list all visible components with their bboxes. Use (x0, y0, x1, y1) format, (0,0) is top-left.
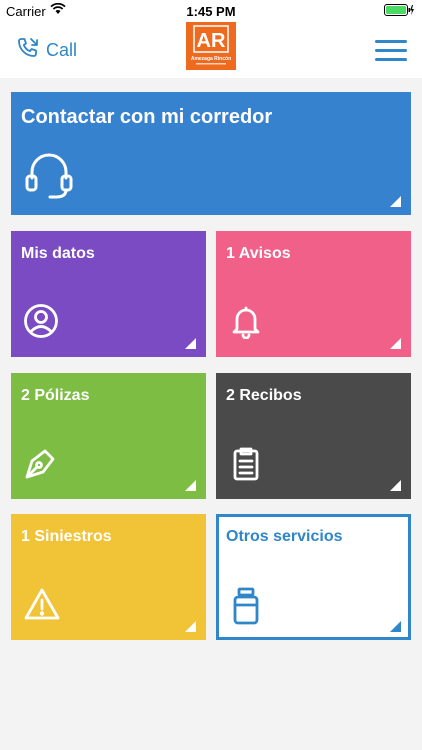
corner-arrow-icon (185, 338, 196, 349)
corner-arrow-icon (390, 480, 401, 491)
corner-arrow-icon (390, 196, 401, 207)
tile-title: Otros servicios (226, 528, 343, 545)
brand-logo: AR Amezaga Rincón (186, 22, 236, 70)
corner-arrow-icon (390, 621, 401, 632)
tile-title: 1 Avisos (226, 245, 291, 262)
tile-title: Contactar con mi corredor (21, 106, 273, 128)
tile-title: Mis datos (21, 245, 95, 262)
logo-letters: AR (197, 30, 226, 52)
user-circle-icon (23, 303, 59, 344)
clipboard-icon (228, 445, 264, 486)
tile-policies[interactable]: 2 Pólizas (11, 373, 206, 499)
app-header: Call AR Amezaga Rincón (0, 22, 422, 78)
menu-bar (375, 49, 407, 52)
tile-notices[interactable]: 1 Avisos (216, 231, 411, 357)
tile-contact-broker[interactable]: Contactar con mi corredor (11, 92, 411, 215)
call-label: Call (46, 39, 78, 60)
corner-arrow-icon (390, 338, 401, 349)
corner-arrow-icon (185, 621, 196, 632)
tile-claims[interactable]: 1 Siniestros (11, 514, 206, 640)
battery-icon (384, 4, 414, 19)
pen-nib-icon (23, 445, 59, 486)
warning-icon (23, 586, 61, 627)
tile-title: 1 Siniestros (21, 528, 112, 545)
bell-icon (228, 303, 264, 344)
phone-call-icon (16, 36, 40, 65)
menu-bar (375, 40, 407, 43)
call-button[interactable]: Call (16, 36, 77, 64)
jar-icon (228, 586, 264, 631)
logo-subtitle: Amezaga Rincón (191, 56, 231, 62)
status-bar: Carrier 1:45 PM (0, 0, 422, 22)
tile-title: 2 Recibos (226, 387, 302, 404)
tile-other-services[interactable]: Otros servicios (216, 514, 411, 640)
menu-bar (375, 58, 407, 61)
corner-arrow-icon (185, 480, 196, 491)
tile-receipts[interactable]: 2 Recibos (216, 373, 411, 499)
hamburger-menu-button[interactable] (375, 40, 407, 64)
tile-my-data[interactable]: Mis datos (11, 231, 206, 357)
tile-title: 2 Pólizas (21, 387, 90, 404)
clock: 1:45 PM (186, 4, 236, 19)
headset-icon (23, 148, 75, 205)
